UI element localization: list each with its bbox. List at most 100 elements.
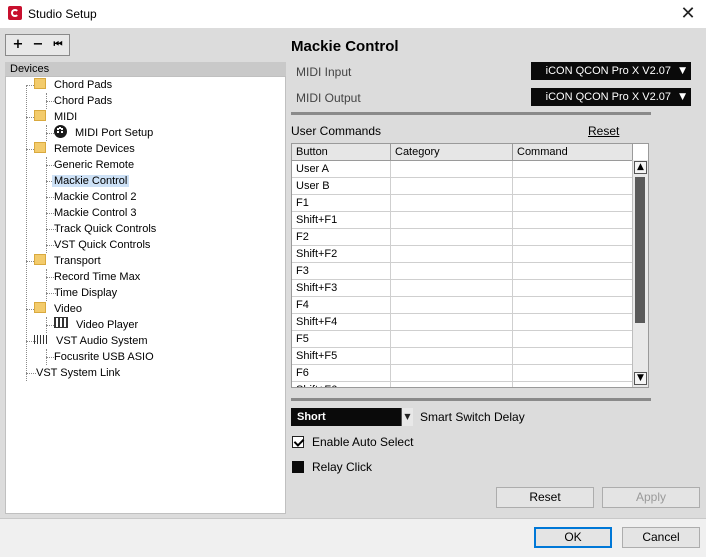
- table-row[interactable]: F3: [292, 263, 633, 280]
- button-cell[interactable]: Shift+F1: [292, 212, 391, 228]
- table-row[interactable]: F2: [292, 229, 633, 246]
- button-cell[interactable]: F5: [292, 331, 391, 347]
- midi-input-select[interactable]: iCON QCON Pro X V2.07 ▼: [531, 62, 691, 80]
- midi-output-select[interactable]: iCON QCON Pro X V2.07 ▼: [531, 88, 691, 106]
- scroll-up-icon[interactable]: ▲: [634, 161, 647, 174]
- folder-icon: [34, 302, 46, 313]
- command-cell[interactable]: [513, 246, 633, 262]
- apply-button[interactable]: Apply: [602, 487, 700, 508]
- command-cell[interactable]: [513, 212, 633, 228]
- relay-click-checkbox[interactable]: [292, 461, 304, 473]
- button-cell[interactable]: User A: [292, 161, 391, 177]
- reset-device-button[interactable]: ⏮: [48, 36, 68, 54]
- tree-folder-remote-devices[interactable]: Remote Devices: [34, 141, 137, 157]
- category-cell[interactable]: [391, 212, 513, 228]
- tree-folder-video[interactable]: Video: [34, 301, 84, 317]
- tree-item-video-player[interactable]: Video Player: [54, 317, 140, 333]
- smart-switch-delay-select[interactable]: Short ▼: [291, 408, 413, 426]
- command-cell[interactable]: [513, 348, 633, 364]
- category-cell[interactable]: [391, 365, 513, 381]
- scroll-down-icon[interactable]: ▼: [634, 372, 647, 385]
- category-cell[interactable]: [391, 246, 513, 262]
- table-row[interactable]: F5: [292, 331, 633, 348]
- table-row[interactable]: Shift+F3: [292, 280, 633, 297]
- command-cell[interactable]: [513, 365, 633, 381]
- column-header-button[interactable]: Button: [292, 144, 391, 160]
- reset-button[interactable]: Reset: [496, 487, 594, 508]
- tree-item-vst-quick-controls[interactable]: VST Quick Controls: [52, 237, 152, 253]
- close-icon[interactable]: ✕: [676, 2, 700, 26]
- button-cell[interactable]: Shift+F3: [292, 280, 391, 296]
- tree-item-vst-audio-system[interactable]: VST Audio System: [34, 333, 150, 349]
- table-row[interactable]: Shift+F2: [292, 246, 633, 263]
- command-cell[interactable]: [513, 161, 633, 177]
- button-cell[interactable]: User B: [292, 178, 391, 194]
- tree-item-time-display[interactable]: Time Display: [52, 285, 119, 301]
- table-row[interactable]: Shift+F4: [292, 314, 633, 331]
- command-cell[interactable]: [513, 382, 633, 387]
- table-row[interactable]: Shift+F1: [292, 212, 633, 229]
- button-cell[interactable]: Shift+F4: [292, 314, 391, 330]
- tree-folder-chord-pads[interactable]: Chord Pads: [34, 77, 114, 93]
- table-row[interactable]: Shift+F5: [292, 348, 633, 365]
- button-cell[interactable]: Shift+F6: [292, 382, 391, 387]
- column-header-category[interactable]: Category: [391, 144, 513, 160]
- command-cell[interactable]: [513, 178, 633, 194]
- button-cell[interactable]: F1: [292, 195, 391, 211]
- category-cell[interactable]: [391, 331, 513, 347]
- button-cell[interactable]: F4: [292, 297, 391, 313]
- command-cell[interactable]: [513, 229, 633, 245]
- tree-folder-transport[interactable]: Transport: [34, 253, 103, 269]
- tree-item-track-quick-controls[interactable]: Track Quick Controls: [52, 221, 158, 237]
- add-device-button[interactable]: +: [8, 36, 28, 54]
- table-row[interactable]: User A: [292, 161, 633, 178]
- button-cell[interactable]: Shift+F5: [292, 348, 391, 364]
- command-cell[interactable]: [513, 280, 633, 296]
- ok-button[interactable]: OK: [534, 527, 612, 548]
- button-cell[interactable]: Shift+F2: [292, 246, 391, 262]
- tree-item-mackie-control-2[interactable]: Mackie Control 2: [52, 189, 139, 205]
- command-cell[interactable]: [513, 195, 633, 211]
- table-row[interactable]: Shift+F6: [292, 382, 633, 387]
- tree-item-mackie-control[interactable]: Mackie Control: [52, 173, 130, 189]
- button-cell[interactable]: F3: [292, 263, 391, 279]
- enable-auto-select-label: Enable Auto Select: [312, 435, 414, 449]
- category-cell[interactable]: [391, 382, 513, 387]
- button-cell[interactable]: F6: [292, 365, 391, 381]
- category-cell[interactable]: [391, 297, 513, 313]
- reset-commands-link[interactable]: Reset: [588, 124, 619, 138]
- tree-item-chord-pads[interactable]: Chord Pads: [52, 93, 114, 109]
- command-cell[interactable]: [513, 297, 633, 313]
- table-row[interactable]: F4: [292, 297, 633, 314]
- tree-item-record-time-max[interactable]: Record Time Max: [52, 269, 142, 285]
- column-header-command[interactable]: Command: [513, 144, 633, 160]
- command-cell[interactable]: [513, 263, 633, 279]
- remove-device-button[interactable]: −: [28, 36, 48, 54]
- tree-item-vst-system-link[interactable]: VST System Link: [34, 365, 122, 381]
- table-row[interactable]: F1: [292, 195, 633, 212]
- scrollbar-thumb[interactable]: [635, 177, 645, 323]
- table-scrollbar[interactable]: ▲ ▼: [632, 160, 648, 387]
- category-cell[interactable]: [391, 314, 513, 330]
- tree-item-mackie-control-3[interactable]: Mackie Control 3: [52, 205, 139, 221]
- category-cell[interactable]: [391, 280, 513, 296]
- button-cell[interactable]: F2: [292, 229, 391, 245]
- cubase-app-icon: [8, 6, 22, 20]
- table-row[interactable]: F6: [292, 365, 633, 382]
- enable-auto-select-checkbox[interactable]: [292, 436, 304, 448]
- tree-folder-midi[interactable]: MIDI: [34, 109, 79, 125]
- table-row[interactable]: User B: [292, 178, 633, 195]
- category-cell[interactable]: [391, 263, 513, 279]
- command-cell[interactable]: [513, 331, 633, 347]
- tree-item-focusrite-usb-asio[interactable]: Focusrite USB ASIO: [52, 349, 156, 365]
- category-cell[interactable]: [391, 178, 513, 194]
- category-cell[interactable]: [391, 348, 513, 364]
- tree-item-generic-remote[interactable]: Generic Remote: [52, 157, 136, 173]
- user-commands-table: Button Category Command User A User B F1 Sh…: [291, 143, 649, 388]
- cancel-button[interactable]: Cancel: [622, 527, 700, 548]
- command-cell[interactable]: [513, 314, 633, 330]
- tree-item-midi-port-setup[interactable]: MIDI Port Setup: [54, 125, 155, 141]
- category-cell[interactable]: [391, 161, 513, 177]
- category-cell[interactable]: [391, 229, 513, 245]
- category-cell[interactable]: [391, 195, 513, 211]
